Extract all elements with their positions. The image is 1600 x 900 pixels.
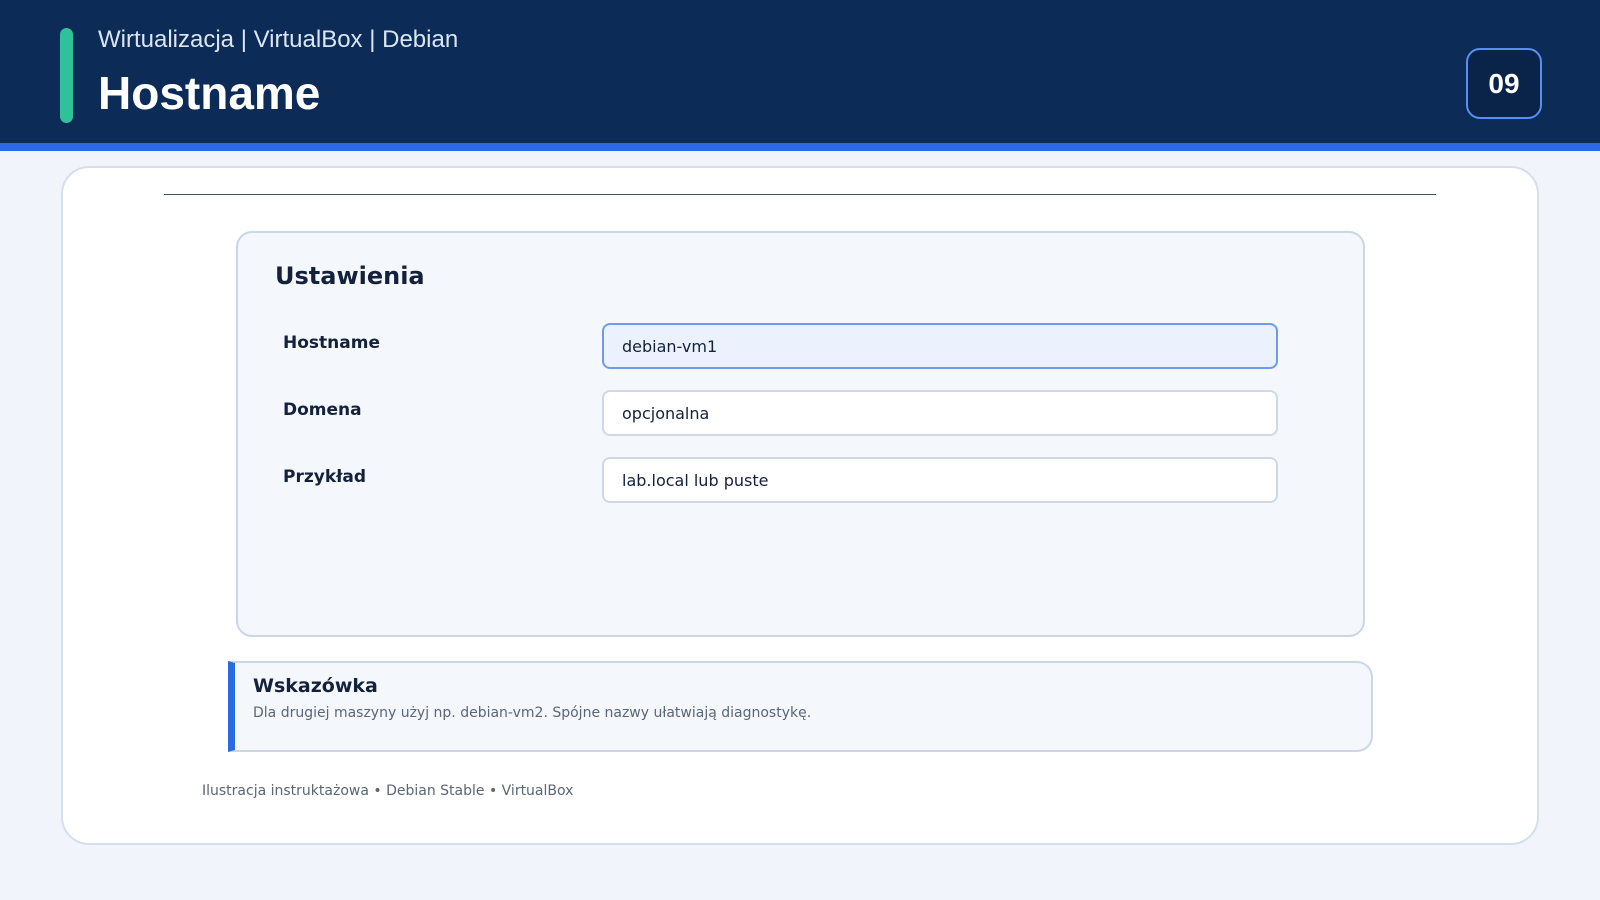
- hint-title: Wskazówka: [253, 675, 378, 697]
- hostname-input[interactable]: debian-vm1: [602, 323, 1278, 369]
- page-title: Hostname: [98, 67, 321, 119]
- slide-number-badge: 09: [1466, 48, 1542, 119]
- hint-text: Dla drugiej maszyny użyj np. debian-vm2.…: [253, 705, 812, 721]
- page-subtitle: Wirtualizacja | VirtualBox | Debian: [98, 26, 459, 53]
- settings-panel-title: Ustawienia: [275, 262, 425, 290]
- header-stripe: [0, 143, 1600, 151]
- title-accent-bar: [60, 28, 73, 123]
- hostname-label: Hostname: [283, 333, 380, 353]
- footer-caption: Ilustracja instruktażowa • Debian Stable…: [202, 783, 574, 799]
- domain-label: Domena: [283, 400, 362, 420]
- domain-input[interactable]: opcjonalna: [602, 390, 1278, 436]
- divider-line: [164, 194, 1436, 195]
- example-label: Przykład: [283, 467, 367, 487]
- example-input[interactable]: lab.local lub puste: [602, 457, 1278, 503]
